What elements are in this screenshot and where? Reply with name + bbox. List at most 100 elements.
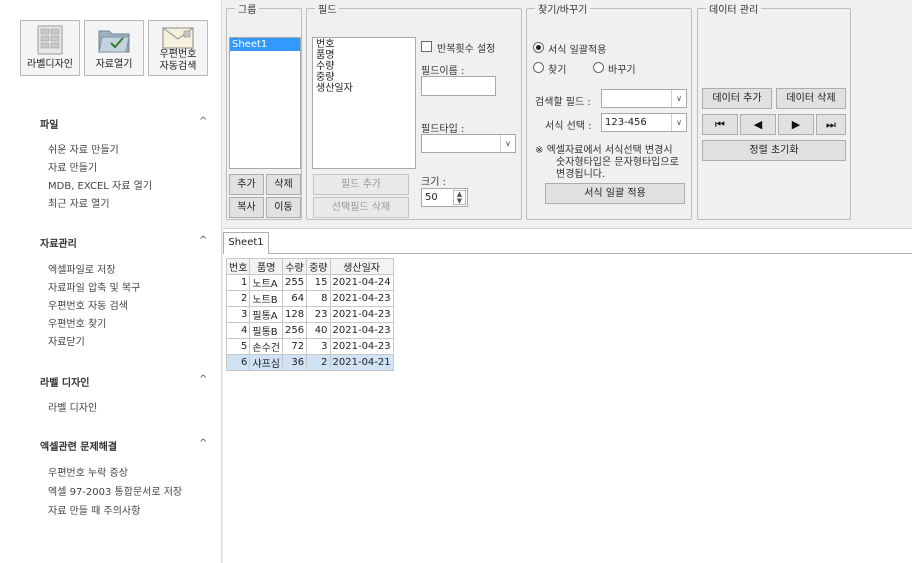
menu-open-mdb-excel[interactable]: MDB, EXCEL 자료 열기 xyxy=(48,177,152,192)
reset-sort-button[interactable]: 정렬 초기화 xyxy=(702,140,846,161)
label-design-button[interactable]: 라벨디자인 xyxy=(20,20,80,76)
menu-create-data[interactable]: 자료 만들기 xyxy=(48,159,97,174)
menu-zip-auto-search[interactable]: 우편번호 자동 검색 xyxy=(48,297,128,312)
radio-replace[interactable] xyxy=(593,62,604,73)
table-row[interactable]: 3 필통A 128 23 2021-04-23 xyxy=(225,306,394,323)
grid-cell[interactable]: 2021-04-23 xyxy=(329,322,394,339)
menu-close-data[interactable]: 자료닫기 xyxy=(48,333,85,348)
grid-cell[interactable]: 255 xyxy=(282,274,308,291)
spinner-arrows-icon[interactable]: ▲ ▼ xyxy=(453,190,466,205)
column-header[interactable]: 수량 xyxy=(282,258,308,275)
table-row[interactable]: 2 노트B 64 8 2021-04-23 xyxy=(225,290,394,307)
field-type-combo[interactable]: ∨ xyxy=(421,134,516,153)
grid-cell[interactable]: 36 xyxy=(282,354,308,371)
column-header[interactable]: 중량 xyxy=(306,258,331,275)
grid-cell[interactable]: 2021-04-23 xyxy=(329,306,394,323)
grid-cell[interactable]: 15 xyxy=(306,274,331,291)
field-list-item[interactable]: 중량 xyxy=(316,72,412,83)
field-name-input[interactable] xyxy=(421,76,496,96)
grid-cell[interactable]: 64 xyxy=(282,290,308,307)
prev-record-icon[interactable]: ◀ xyxy=(740,114,776,135)
group-list-item[interactable]: Sheet1 xyxy=(230,38,300,51)
grid-cell[interactable]: 3 xyxy=(306,338,331,355)
data-grid[interactable]: 번호 품명 수량 중량 생산일자 1 노트A 255 15 2021-04-24… xyxy=(225,258,394,371)
grid-cell[interactable]: 필통A xyxy=(249,306,284,323)
search-field-combo[interactable]: ∨ xyxy=(601,89,687,108)
field-add-button[interactable]: 필드 추가 xyxy=(313,174,409,195)
column-header[interactable]: 품명 xyxy=(249,258,284,275)
first-record-icon[interactable]: ⏮ xyxy=(702,114,738,135)
menu-zip-missing[interactable]: 우편번호 누락 증상 xyxy=(48,464,128,479)
table-row[interactable]: 5 손수건 72 3 2021-04-23 xyxy=(225,338,394,355)
menu-zip-find[interactable]: 우편번호 찾기 xyxy=(48,315,106,330)
menu-compress-restore[interactable]: 자료파일 압축 및 복구 xyxy=(48,279,140,294)
section-file-title: 파일 xyxy=(40,120,59,131)
zip-auto-search-button[interactable]: 우편번호 자동검색 xyxy=(148,20,208,76)
grid-cell[interactable]: 샤프심 xyxy=(249,354,284,371)
tab-sheet1[interactable]: Sheet1 xyxy=(223,232,269,254)
grid-cell[interactable]: 2 xyxy=(225,290,251,307)
data-delete-button[interactable]: 데이터 삭제 xyxy=(776,88,846,109)
format-note-line3: 변경됩니다. xyxy=(556,169,606,180)
grid-cell[interactable]: 3 xyxy=(225,306,251,323)
menu-label-design[interactable]: 라벨 디자인 xyxy=(48,399,97,414)
grid-cell[interactable]: 필통B xyxy=(249,322,284,339)
section-excel-troubleshoot-collapse-icon[interactable]: ^ xyxy=(199,438,207,449)
grid-cell[interactable]: 2021-04-21 xyxy=(329,354,394,371)
grid-cell[interactable]: 128 xyxy=(282,306,308,323)
field-list-item[interactable]: 품명 xyxy=(316,50,412,61)
grid-cell[interactable]: 2021-04-23 xyxy=(329,338,394,355)
table-row[interactable]: 4 필통B 256 40 2021-04-23 xyxy=(225,322,394,339)
repeat-count-checkbox[interactable] xyxy=(421,41,432,52)
menu-save-97-2003[interactable]: 엑셀 97-2003 통합문서로 저장 xyxy=(48,483,182,498)
grid-cell[interactable]: 노트A xyxy=(249,274,284,291)
field-list-item[interactable]: 번호 xyxy=(316,39,412,50)
field-list[interactable]: 번호 품명 수량 중량 생산일자 xyxy=(312,37,416,169)
format-select-combo[interactable]: 123-456 ∨ xyxy=(601,113,687,132)
group-copy-button[interactable]: 복사 xyxy=(229,197,264,218)
grid-cell[interactable]: 2 xyxy=(306,354,331,371)
table-row[interactable]: 1 노트A 255 15 2021-04-24 xyxy=(225,274,394,291)
chevron-down-icon[interactable]: ∨ xyxy=(671,114,686,131)
menu-create-caution[interactable]: 자료 만들 때 주의사항 xyxy=(48,502,140,517)
column-header[interactable]: 생산일자 xyxy=(329,258,394,275)
group-list[interactable]: Sheet1 xyxy=(229,37,301,169)
grid-cell[interactable]: 72 xyxy=(282,338,308,355)
grid-cell[interactable]: 23 xyxy=(306,306,331,323)
grid-cell[interactable]: 1 xyxy=(225,274,251,291)
chevron-down-icon[interactable]: ∨ xyxy=(671,90,686,107)
column-header[interactable]: 번호 xyxy=(225,258,251,275)
grid-cell[interactable]: 노트B xyxy=(249,290,284,307)
last-record-icon[interactable]: ⏭ xyxy=(816,114,846,135)
table-row-selected[interactable]: 6 샤프심 36 2 2021-04-21 xyxy=(225,354,394,371)
grid-cell[interactable]: 2021-04-23 xyxy=(329,290,394,307)
menu-easy-create[interactable]: 쉬운 자료 만들기 xyxy=(48,141,119,156)
radio-find[interactable] xyxy=(533,62,544,73)
radio-bulk-format[interactable] xyxy=(533,42,544,53)
section-file-collapse-icon[interactable]: ^ xyxy=(199,116,207,127)
open-data-button[interactable]: 자료열기 xyxy=(84,20,144,76)
field-list-item[interactable]: 생산일자 xyxy=(316,83,412,94)
apply-format-button[interactable]: 서식 일괄 적용 xyxy=(545,183,685,204)
next-record-icon[interactable]: ▶ xyxy=(778,114,814,135)
grid-cell[interactable]: 256 xyxy=(282,322,308,339)
group-add-button[interactable]: 추가 xyxy=(229,174,264,195)
chevron-down-icon[interactable]: ∨ xyxy=(500,135,515,152)
field-list-item[interactable]: 수량 xyxy=(316,61,412,72)
section-data-mgmt-collapse-icon[interactable]: ^ xyxy=(199,235,207,246)
menu-save-excel[interactable]: 엑셀파일로 저장 xyxy=(48,261,116,276)
data-add-button[interactable]: 데이터 추가 xyxy=(702,88,772,109)
grid-cell[interactable]: 손수건 xyxy=(249,338,284,355)
field-delete-button[interactable]: 선택필드 삭제 xyxy=(313,197,409,218)
grid-cell[interactable]: 4 xyxy=(225,322,251,339)
section-label-design-collapse-icon[interactable]: ^ xyxy=(199,374,207,385)
grid-cell[interactable]: 8 xyxy=(306,290,331,307)
field-size-spinner[interactable]: 50 ▲ ▼ xyxy=(421,188,468,207)
grid-cell[interactable]: 5 xyxy=(225,338,251,355)
grid-cell[interactable]: 40 xyxy=(306,322,331,339)
menu-recent-data[interactable]: 최근 자료 열기 xyxy=(48,195,110,210)
group-move-button[interactable]: 이동 xyxy=(266,197,301,218)
group-delete-button[interactable]: 삭제 xyxy=(266,174,301,195)
grid-cell[interactable]: 6 xyxy=(225,354,251,371)
grid-cell[interactable]: 2021-04-24 xyxy=(329,274,394,291)
